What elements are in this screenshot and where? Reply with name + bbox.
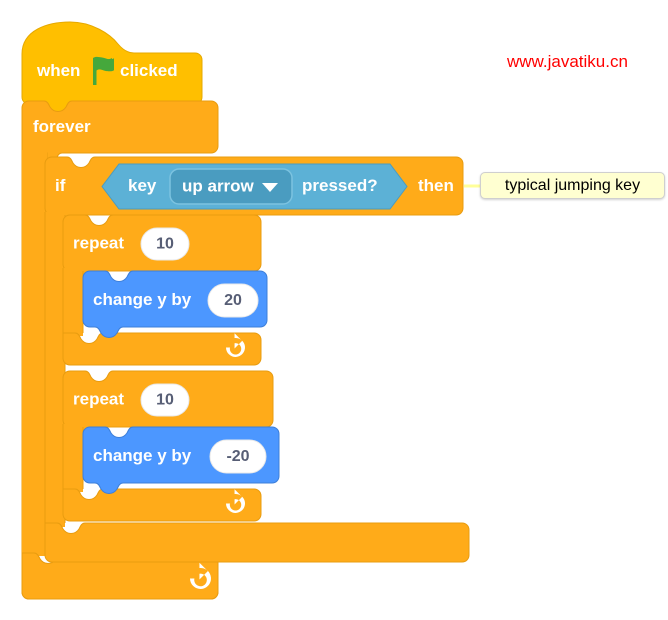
forever-spine [22, 150, 47, 556]
change-y-up-value-input[interactable]: 20 [207, 283, 259, 318]
repeat-down-bottom-bar [62, 488, 262, 522]
change-y-down-value: -20 [226, 448, 249, 465]
then-label: then [418, 176, 454, 195]
repeat-down-label: repeat [73, 389, 124, 408]
pressed-label: pressed? [302, 176, 378, 195]
comment-bubble[interactable]: typical jumping key [480, 172, 665, 199]
repeat-down-spine [63, 424, 83, 492]
repeat-up-count-value: 10 [156, 236, 174, 253]
if-then-spine [45, 212, 65, 527]
repeat-down-count-value: 10 [156, 392, 174, 409]
block-change-y-up[interactable]: change y by 20 [82, 270, 268, 338]
key-option-value: up arrow [182, 176, 255, 195]
block-key-pressed[interactable]: key up arrow pressed? [101, 163, 408, 210]
change-y-up-label: change y by [93, 290, 192, 309]
block-change-y-down[interactable]: change y by -20 [82, 426, 280, 494]
repeat-up-spine [63, 268, 83, 336]
when-label: when [36, 61, 80, 80]
comment-text: typical jumping key [504, 176, 641, 194]
scratch-script-canvas: when clicked forever if then key up arro… [21, 21, 481, 600]
change-y-down-value-input[interactable]: -20 [209, 439, 267, 474]
scratch-workspace: when clicked forever if then key up arro… [0, 0, 668, 620]
change-y-down-label: change y by [93, 446, 192, 465]
repeat-up-count-input[interactable]: 10 [140, 227, 190, 261]
if-label: if [55, 176, 66, 195]
change-y-up-value: 20 [224, 292, 242, 309]
key-label: key [128, 176, 157, 195]
key-option-dropdown[interactable]: up arrow [169, 168, 293, 205]
repeat-up-bottom-bar [62, 332, 262, 366]
if-then-bottom-bar [44, 522, 470, 563]
repeat-down-count-input[interactable]: 10 [140, 383, 190, 417]
watermark-url: www.javatiku.cn [507, 52, 628, 71]
clicked-label: clicked [120, 61, 178, 80]
forever-label: forever [33, 117, 91, 136]
repeat-up-label: repeat [73, 233, 124, 252]
